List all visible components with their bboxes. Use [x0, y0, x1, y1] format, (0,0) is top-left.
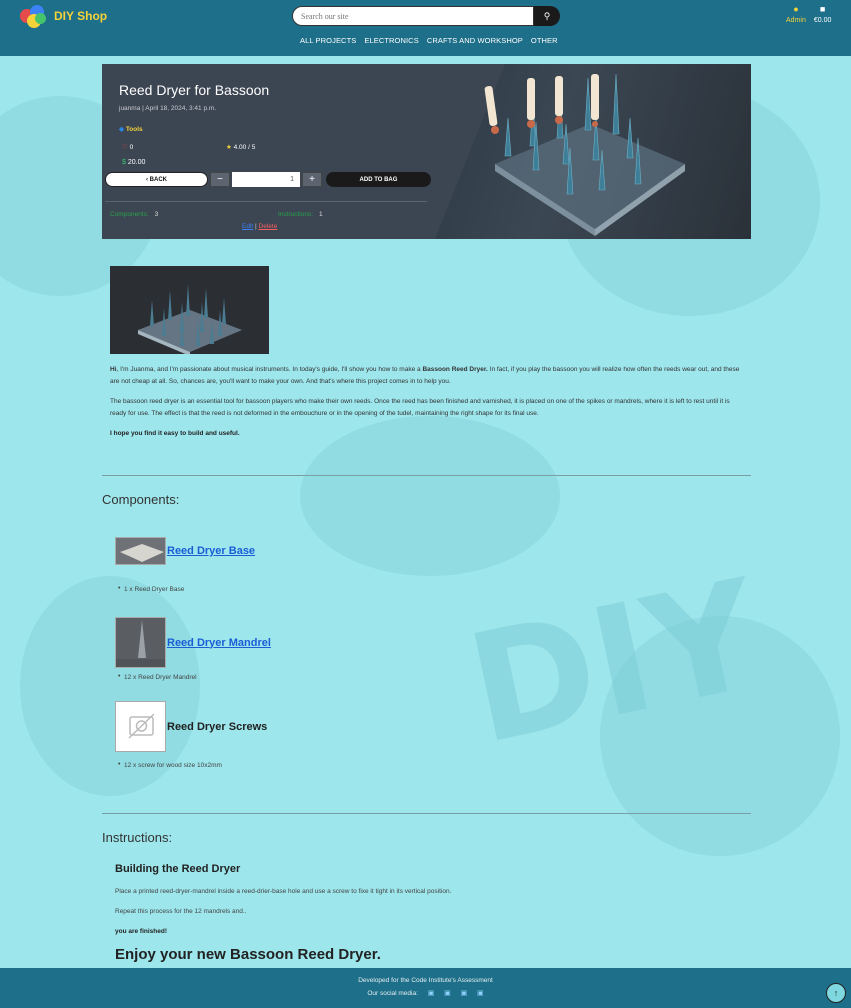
instructions-stat-label: Instructions:: [278, 211, 314, 218]
price: $ 20.00: [122, 159, 145, 166]
project-hero: Reed Dryer for Bassoon juanma | April 18…: [102, 64, 751, 239]
footer-credit: Developed for the Code Institute's Asses…: [358, 977, 493, 984]
footer-social: Our social media: ▣ ▣ ▣ ▣: [0, 989, 851, 997]
back-label: BACK: [149, 176, 167, 183]
search-icon: ⚲: [543, 10, 551, 21]
star-icon: ★: [226, 144, 232, 151]
rating-value: 4.00 / 5: [233, 144, 256, 151]
project-thumbnail: [110, 266, 269, 354]
instruction-step: Repeat this process for the 12 mandrels …: [115, 908, 247, 915]
project-title: Reed Dryer for Bassoon: [119, 82, 270, 98]
top-navbar: DIY Shop ⚲ ALL PROJECTS ELECTRONICS CRAF…: [0, 0, 851, 56]
shopping-bag-icon: ■: [819, 4, 826, 14]
tag-icon: ◆: [119, 126, 124, 133]
social-label: Our social media:: [367, 990, 418, 997]
decrease-qty-button[interactable]: −: [210, 172, 230, 187]
back-button[interactable]: ‹ BACK: [105, 172, 208, 187]
user-icon: ●: [793, 4, 799, 14]
main-nav: ALL PROJECTS ELECTRONICS CRAFTS AND WORK…: [300, 36, 558, 45]
likes-value: 0: [129, 144, 134, 151]
brand-link[interactable]: DIY Shop: [18, 3, 107, 29]
component-detail: 12 x screw for wood size 10x2mm: [118, 761, 222, 769]
search-form: ⚲: [292, 6, 560, 26]
youtube-icon[interactable]: ▣: [477, 990, 484, 997]
search-button[interactable]: ⚲: [534, 6, 560, 26]
description-text-a: , I'm Juanma, and I'm passionate about m…: [116, 366, 423, 373]
footer: Developed for the Code Institute's Asses…: [0, 968, 851, 1008]
hero-divider: [105, 201, 427, 202]
component-detail: 1 x Reed Dryer Base: [118, 585, 184, 593]
description-highlight: Bassoon Reed Dryer.: [422, 366, 488, 373]
description-paragraph-2: The bassoon reed dryer is an essential t…: [110, 398, 730, 417]
quantity-input[interactable]: 1: [232, 172, 300, 187]
admin-actions-separator: |: [255, 223, 257, 230]
heart-icon: ♡: [122, 144, 128, 151]
twitter-icon[interactable]: ▣: [444, 990, 451, 997]
components-stat: Components: 3: [110, 211, 158, 218]
tag-label: Tools: [125, 126, 143, 133]
search-input[interactable]: [292, 6, 534, 26]
account-area: ● Admin ■ €0.00: [786, 4, 831, 24]
project-hero-image: [435, 64, 751, 239]
likes-count[interactable]: ♡ 0: [122, 143, 133, 151]
account-label: Admin: [786, 17, 806, 24]
component-name-reed-dryer-screws: Reed Dryer Screws: [167, 720, 268, 733]
logo-icon: [18, 3, 48, 29]
nav-all-projects[interactable]: ALL PROJECTS: [300, 36, 356, 45]
money-icon: $: [122, 159, 126, 166]
instructions-stat-value: 1: [319, 211, 323, 218]
price-value: 20.00: [127, 159, 146, 166]
instruction-closing: Enjoy your new Bassoon Reed Dryer.: [115, 946, 381, 963]
instructions-stat: Instructions: 1: [278, 211, 323, 218]
increase-qty-button[interactable]: +: [302, 172, 322, 187]
project-meta: juanma | April 18, 2024, 3:41 p.m.: [119, 105, 217, 112]
no-image-icon[interactable]: [115, 701, 166, 752]
component-detail: 12 x Reed Dryer Mandrel: [118, 673, 197, 681]
component-item: Reed Dryer Mandrel: [115, 617, 271, 668]
component-item: Reed Dryer Base: [115, 537, 255, 565]
admin-actions: Edit | Delete: [242, 223, 277, 230]
purchase-controls: ‹ BACK − 1 + ADD TO BAG: [105, 172, 431, 187]
instruction-step: Place a printed reed-dryer-mandrel insid…: [115, 888, 452, 895]
description-paragraph-1: Hi, I'm Juanma, and I'm passionate about…: [110, 364, 744, 388]
section-divider: [102, 475, 751, 476]
watermark-text: DIY: [455, 547, 774, 779]
rating: ★ 4.00 / 5: [226, 143, 255, 151]
components-stat-value: 3: [154, 211, 159, 218]
account-link[interactable]: ● Admin: [786, 4, 806, 24]
edit-link[interactable]: Edit: [242, 223, 253, 230]
bag-link[interactable]: ■ €0.00: [814, 4, 832, 24]
project-tag[interactable]: ◆ Tools: [119, 125, 143, 133]
arrow-up-icon: ↑: [833, 988, 839, 998]
description-paragraph-3: I hope you find it easy to build and use…: [110, 430, 240, 437]
bag-total: €0.00: [813, 17, 832, 24]
component-link-reed-dryer-base[interactable]: Reed Dryer Base: [167, 545, 255, 557]
brand-name: DIY Shop: [54, 9, 108, 23]
add-to-bag-button[interactable]: ADD TO BAG: [326, 172, 431, 187]
delete-link[interactable]: Delete: [259, 223, 278, 230]
nav-crafts-and-workshop[interactable]: CRAFTS AND WORKSHOP: [427, 36, 523, 45]
component-item: Reed Dryer Screws: [115, 701, 267, 752]
section-divider: [102, 813, 751, 814]
email-icon[interactable]: ▣: [461, 990, 468, 997]
components-heading: Components:: [102, 492, 180, 507]
back-to-top-button[interactable]: ↑: [826, 983, 846, 1003]
nav-electronics[interactable]: ELECTRONICS: [364, 36, 418, 45]
instruction-title: Building the Reed Dryer: [115, 863, 241, 875]
nav-other[interactable]: OTHER: [531, 36, 558, 45]
instructions-heading: Instructions:: [102, 830, 173, 845]
instruction-step: you are finished!: [115, 928, 168, 935]
component-image[interactable]: [115, 537, 166, 565]
components-stat-label: Components:: [110, 211, 149, 218]
component-image[interactable]: [115, 617, 166, 668]
facebook-icon[interactable]: ▣: [428, 990, 435, 997]
component-link-reed-dryer-mandrel[interactable]: Reed Dryer Mandrel: [167, 637, 271, 649]
